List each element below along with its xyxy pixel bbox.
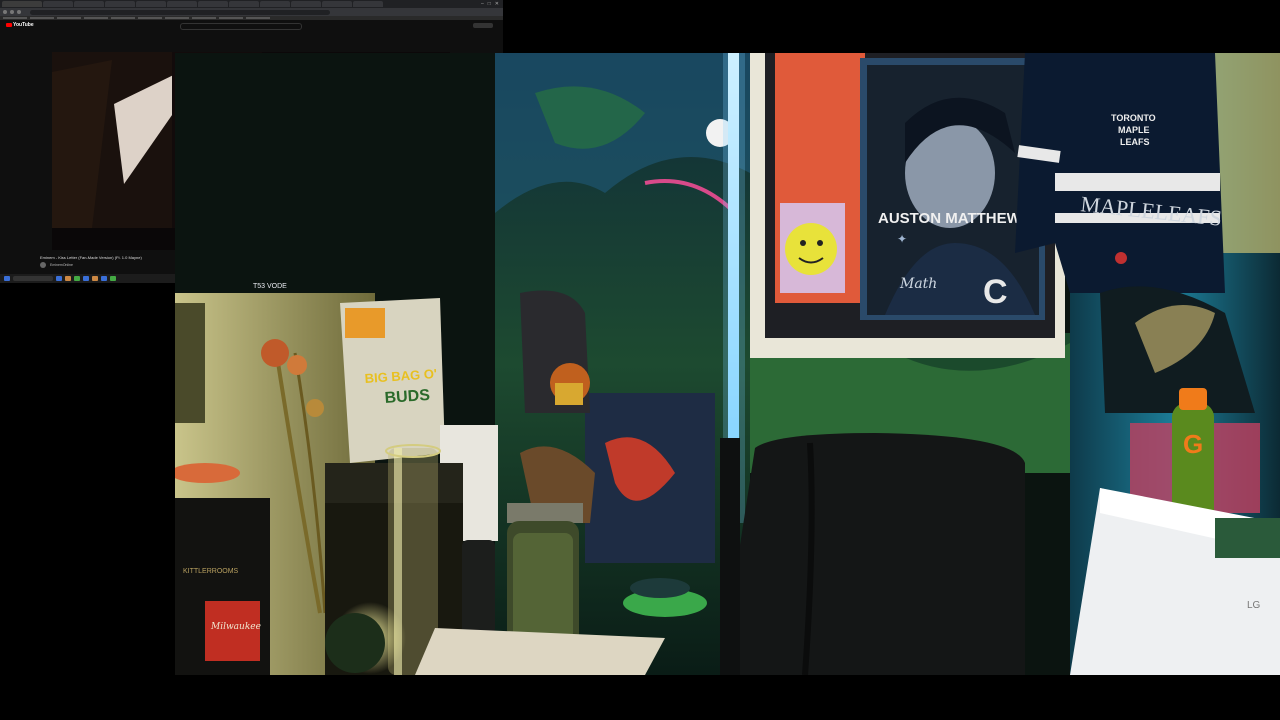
back-icon[interactable] [3,10,7,14]
taskbar-app-icon[interactable] [56,276,62,281]
tab[interactable] [74,1,104,7]
bookmark[interactable] [246,17,270,19]
taskbar-app-icon[interactable] [65,276,71,281]
storage-box: KITTLERROOMS Milwaukee [175,498,270,675]
bookmark[interactable] [84,17,108,19]
tab[interactable] [353,1,383,7]
poster-name: AUSTON MATTHEWS [878,210,1031,227]
tab[interactable] [167,1,197,7]
jersey-text-2: MAPLE [1118,125,1150,135]
bookmark[interactable] [3,17,27,19]
tab[interactable] [291,1,321,7]
forward-icon[interactable] [10,10,14,14]
tab[interactable] [136,1,166,7]
maximize-icon[interactable]: □ [488,0,491,8]
office-chair [720,433,1025,675]
search-input[interactable] [180,23,302,30]
taskbar-app-icon[interactable] [110,276,116,281]
appliance-logo: LG [1247,600,1261,611]
start-icon[interactable] [4,276,10,281]
channel-name[interactable]: EminemOnline [50,263,73,267]
site-logo[interactable]: YouTube [6,22,34,28]
bookmark[interactable] [57,17,81,19]
account-button[interactable] [473,23,493,28]
tab[interactable] [105,1,135,7]
site-header: YouTube [0,20,503,32]
reload-icon[interactable] [17,10,21,14]
play-logo-icon [6,22,12,27]
tab[interactable] [198,1,228,7]
tab[interactable] [322,1,352,7]
box-top-text: KITTLERROOMS [183,568,239,575]
address-bar [0,8,503,16]
leafs-logo-icon: ✦ [897,232,907,246]
taskbar-app-icon[interactable] [83,276,89,281]
poster-signature: Math [899,276,937,292]
snack-bag: BIG BAG O' BUDS [340,298,445,463]
tab-active[interactable] [2,1,42,7]
smiley-sticker [785,223,837,275]
bottle-logo: G [1183,429,1203,459]
video-title: Eminem - Kiss Letter (Fan-Made Version) … [40,255,142,260]
bookmark[interactable] [219,17,243,19]
bag-label-2: BUDS [384,387,431,407]
tab-strip: – □ ✕ [0,0,503,8]
taskbar-app-icon[interactable] [92,276,98,281]
bookmark[interactable] [165,17,189,19]
box-label: Milwaukee [210,622,261,632]
tab[interactable] [43,1,73,7]
thermos [462,540,495,635]
tab[interactable] [260,1,290,7]
webcam-feed: AUSTON MATTHEWS C Math ✦ TORONTO MAPLE L… [175,53,1280,675]
jersey-text-3: LEAFS [1120,137,1150,147]
bookmark[interactable] [111,17,135,19]
poster-captain-letter: C [983,273,1008,311]
bookmark[interactable] [192,17,216,19]
taskbar-search[interactable] [13,276,53,281]
channel-avatar[interactable] [40,262,46,268]
url-field[interactable] [30,9,330,15]
webcam-scene: AUSTON MATTHEWS C Math ✦ TORONTO MAPLE L… [175,53,1280,675]
taskbar-app-icon[interactable] [101,276,107,281]
tab[interactable] [229,1,259,7]
jersey-text-1: TORONTO [1111,113,1156,123]
bookmark[interactable] [138,17,162,19]
obs-label: T53 VODE [253,283,287,290]
minimize-icon[interactable]: – [481,0,484,8]
bookmark[interactable] [30,17,54,19]
taskbar-app-icon[interactable] [74,276,80,281]
close-icon[interactable]: ✕ [495,0,499,8]
